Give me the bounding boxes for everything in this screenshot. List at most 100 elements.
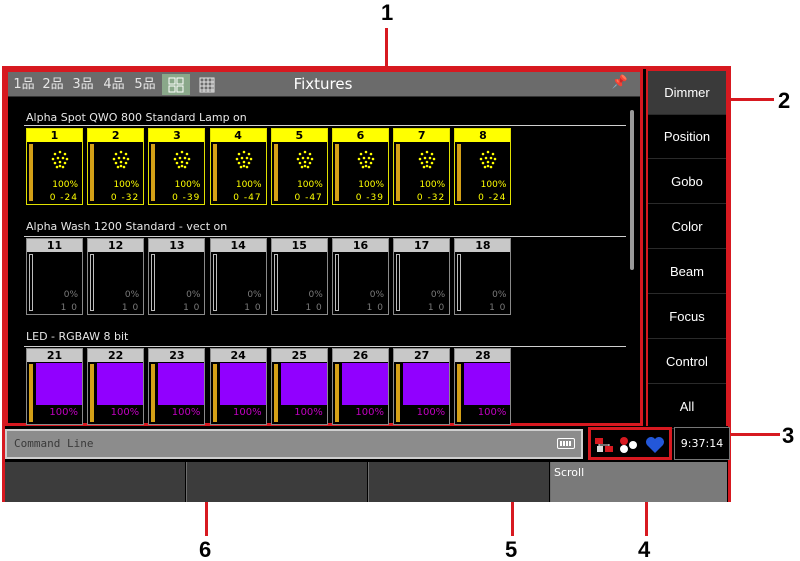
gobo-dot	[420, 152, 424, 156]
fixture-id: 21	[27, 349, 82, 362]
encoder-1[interactable]	[5, 462, 186, 502]
fixture-tile[interactable]: 2 100% 0 -32	[87, 128, 145, 205]
fixture-tile[interactable]: 18 0% 1 0	[454, 238, 512, 315]
gobo-dot	[114, 161, 118, 165]
gobo-icon	[112, 150, 130, 169]
gobo-dot	[308, 161, 312, 165]
gobo-dot	[430, 152, 434, 156]
fixture-tile[interactable]: 28 100%	[454, 348, 512, 425]
fixture-dimmer-value: 100%	[110, 407, 140, 418]
gobo-dot	[237, 161, 240, 165]
fixture-tile[interactable]: 3 100% 0 -39	[148, 128, 206, 205]
fixtures-window: 1品 2品 3品 4品 5品 Fixtures 📌 Alpha Spot QWO…	[5, 69, 643, 426]
gobo-icon	[174, 150, 191, 169]
fixture-tile[interactable]: 21 100%	[26, 348, 83, 425]
dimmer-level-bar	[212, 364, 217, 422]
sidebar-item-all[interactable]: All	[648, 385, 726, 429]
view-layout-5-button[interactable]: 5品	[132, 74, 158, 95]
fixture-dimmer-value: 100%	[49, 407, 78, 418]
sheet-view-icon[interactable]	[194, 74, 220, 95]
heart-icon[interactable]	[645, 436, 665, 454]
sidebar-item-color[interactable]: Color	[648, 205, 726, 249]
dmx-status-icon[interactable]	[619, 436, 639, 454]
gobo-icon	[235, 150, 252, 169]
view-layout-1-button[interactable]: 1品	[11, 74, 37, 95]
callout-1-line	[385, 28, 388, 68]
dimmer-level-bar	[29, 364, 33, 422]
gobo-dot	[181, 160, 184, 164]
clock: 9:37:14	[674, 427, 730, 460]
gobo-dot	[58, 150, 62, 154]
gobo-dot	[361, 165, 365, 169]
view-layout-4-button[interactable]: 4品	[101, 74, 127, 95]
sidebar-item-beam[interactable]: Beam	[648, 250, 726, 294]
fixture-tile[interactable]: 26 100%	[332, 348, 389, 425]
fixture-tile[interactable]: 1 100% 0 -24	[26, 128, 83, 205]
fixture-tile[interactable]: 15 0% 1 0	[270, 238, 328, 315]
fixture-dimmer-value: 0%	[492, 290, 507, 300]
fixture-tile[interactable]: 8 100% 0 -24	[454, 128, 512, 205]
color-swatch	[219, 363, 266, 405]
pin-icon[interactable]: 📌	[612, 75, 628, 90]
fixture-id: 28	[455, 349, 511, 362]
fixture-tile[interactable]: 11 0% 1 0	[26, 238, 83, 315]
gobo-dot	[301, 156, 305, 160]
command-line-input[interactable]: Command Line	[5, 429, 583, 459]
fixture-tile[interactable]: 22 100%	[87, 348, 145, 425]
fixture-pantilt-value: 1 0	[244, 303, 262, 313]
fixture-tile[interactable]: 14 0% 1 0	[209, 238, 267, 315]
fixture-tile[interactable]: 25 100%	[270, 348, 328, 425]
group-divider	[24, 346, 626, 347]
grid-view-icon[interactable]	[162, 74, 190, 95]
sidebar-item-gobo[interactable]: Gobo	[648, 160, 726, 204]
dimmer-level-bar	[457, 364, 462, 422]
callout-2: 2	[778, 88, 791, 113]
fixture-tile[interactable]: 24 100%	[209, 348, 267, 425]
fixture-tile[interactable]: 7 100% 0 -32	[393, 128, 451, 205]
view-layout-3-button[interactable]: 3品	[70, 74, 96, 95]
gobo-dot	[303, 160, 307, 164]
sidebar-item-focus[interactable]: Focus	[648, 295, 726, 339]
gobo-dot	[65, 157, 69, 161]
sidebar-item-position[interactable]: Position	[648, 115, 726, 159]
fixture-tile[interactable]: 13 0% 1 0	[148, 238, 206, 315]
network-icon[interactable]	[594, 436, 614, 454]
fixture-tile[interactable]: 6 100% 0 -39	[332, 128, 389, 205]
gobo-dot	[364, 160, 368, 164]
device-screen: 1品 2品 3品 4品 5品 Fixtures 📌 Alpha Spot QWO…	[2, 66, 731, 502]
encoder-bar: Scroll	[5, 462, 728, 502]
gobo-dot	[428, 156, 432, 160]
fixture-tile[interactable]: 17 0% 1 0	[393, 238, 451, 315]
fixture-tile[interactable]: 4 100% 0 -47	[209, 128, 267, 205]
encoder-scroll-label: Scroll	[554, 466, 585, 479]
fixture-dimmer-value: 100%	[358, 180, 384, 190]
fixture-tile[interactable]: 16 0% 1 0	[332, 238, 389, 315]
fixture-tile[interactable]: 12 0% 1 0	[87, 238, 145, 315]
sidebar-item-control[interactable]: Control	[648, 340, 726, 384]
sidebar-item-dimmer[interactable]: Dimmer	[648, 71, 726, 115]
encoder-3[interactable]	[369, 462, 550, 502]
dimmer-level-bar	[212, 254, 217, 311]
fixture-dimmer-value: 0%	[186, 290, 201, 300]
gobo-dot	[114, 152, 118, 156]
fixtures-sheet[interactable]: Alpha Spot QWO 800 Standard Lamp on 1 100…	[8, 98, 640, 425]
gobo-dot	[56, 156, 60, 160]
gobo-dot	[487, 164, 490, 168]
callout-3-line	[728, 433, 780, 436]
gobo-dot	[63, 161, 67, 165]
gobo-dot	[176, 152, 179, 156]
fixture-tile[interactable]: 27 100%	[393, 348, 451, 425]
gobo-dot	[126, 157, 130, 161]
view-layout-2-button[interactable]: 2品	[40, 74, 66, 95]
fixture-tile[interactable]: 23 100%	[148, 348, 206, 425]
vertical-scrollbar[interactable]	[630, 110, 634, 270]
fixture-tile[interactable]: 5 100% 0 -47	[270, 128, 328, 205]
keyboard-icon[interactable]	[557, 438, 575, 449]
gobo-dot	[186, 161, 189, 165]
gobo-dot	[490, 156, 493, 160]
encoder-2[interactable]	[187, 462, 368, 502]
gobo-dot	[58, 160, 62, 164]
gobo-dot	[367, 156, 371, 160]
encoder-scroll[interactable]: Scroll	[551, 462, 728, 502]
dimmer-level-bar	[273, 254, 278, 311]
